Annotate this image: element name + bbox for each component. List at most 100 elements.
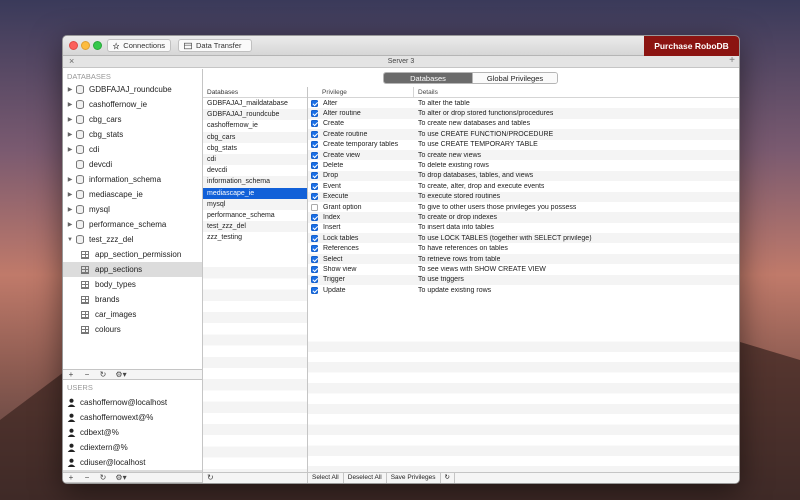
table-item[interactable]: car_images xyxy=(63,307,202,322)
table-item[interactable]: app_sections xyxy=(63,262,202,277)
database-item[interactable]: ▼ test_zzz_del xyxy=(63,232,202,247)
privilege-checkbox[interactable] xyxy=(311,182,318,190)
database-item[interactable]: ▶ mediascape_ie xyxy=(63,187,202,202)
refresh-users-icon[interactable]: ↻ xyxy=(95,473,111,482)
database-list-item[interactable]: devcdi xyxy=(203,165,307,176)
tab-add-icon[interactable]: + xyxy=(729,55,735,66)
table-item[interactable]: body_types xyxy=(63,277,202,292)
chevron-right-icon[interactable]: ▶ xyxy=(65,86,75,93)
database-list-item[interactable]: cbg_stats xyxy=(203,143,307,154)
database-list-item[interactable]: mysql xyxy=(203,198,307,210)
privilege-name: Grant option xyxy=(323,203,362,211)
database-item[interactable]: ▶ performance_schema xyxy=(63,217,202,232)
privilege-checkbox[interactable] xyxy=(311,286,318,294)
database-icon xyxy=(76,205,84,214)
table-item[interactable]: app_section_permission xyxy=(63,247,202,262)
connections-button[interactable]: Connections xyxy=(107,39,171,52)
chevron-right-icon[interactable]: ▶ xyxy=(65,116,75,123)
database-list-item[interactable]: cdi xyxy=(203,153,307,166)
save-privileges-button[interactable]: Save Privileges xyxy=(387,473,441,483)
database-item[interactable]: ▶ cdi xyxy=(63,142,202,157)
add-database-icon[interactable]: + xyxy=(63,370,79,379)
database-item[interactable]: ▶ information_schema xyxy=(63,172,202,187)
user-item[interactable]: cdiuser@localhost xyxy=(63,455,202,470)
privilege-checkbox[interactable] xyxy=(311,193,318,201)
deselect-all-button[interactable]: Deselect All xyxy=(344,473,387,483)
privilege-checkbox[interactable] xyxy=(311,120,318,128)
chevron-right-icon[interactable]: ▶ xyxy=(65,131,75,138)
database-item[interactable]: ▶ GDBFAJAJ_roundcube xyxy=(63,82,202,97)
privilege-name: Index xyxy=(323,213,341,221)
privilege-name: Create routine xyxy=(323,130,368,138)
user-item[interactable]: cashoffernowext@% xyxy=(63,410,202,425)
privilege-tabs: Databases Privileges Global Privileges xyxy=(383,72,558,84)
privilege-checkbox[interactable] xyxy=(311,203,318,211)
table-item[interactable]: colours xyxy=(63,322,202,337)
database-name: GDBFAJAJ_roundcube xyxy=(89,85,172,94)
user-item[interactable]: cdiextern@% xyxy=(63,440,202,455)
chevron-right-icon[interactable]: ▶ xyxy=(65,221,75,228)
user-icon xyxy=(67,458,76,467)
database-list-item[interactable]: zzz_testing xyxy=(203,232,307,243)
database-item[interactable]: ▶ cbg_cars xyxy=(63,112,202,127)
database-item[interactable]: ▶ cashoffernow_ie xyxy=(63,97,202,112)
table-item[interactable]: brands xyxy=(63,292,202,307)
users-gear-icon[interactable]: ⚙▾ xyxy=(111,473,131,482)
databases-refresh-icon[interactable]: ↻ xyxy=(203,472,307,483)
chevron-right-icon[interactable]: ▶ xyxy=(65,191,75,198)
privilege-checkbox[interactable] xyxy=(311,276,318,284)
refresh-icon[interactable]: ↻ xyxy=(95,370,111,379)
window-minimize-button[interactable] xyxy=(81,41,90,50)
database-list-item[interactable]: cbg_cars xyxy=(203,131,307,143)
privilege-checkbox[interactable] xyxy=(311,162,318,170)
chevron-down-icon[interactable]: ▼ xyxy=(65,237,75,243)
user-item[interactable]: cdbext@% xyxy=(63,425,202,440)
window-zoom-button[interactable] xyxy=(93,41,102,50)
chevron-right-icon[interactable]: ▶ xyxy=(65,206,75,213)
privilege-column-header: Privilege xyxy=(308,87,414,97)
database-list-item[interactable]: information_schema xyxy=(203,176,307,188)
tab-title[interactable]: Server 3 xyxy=(388,58,414,65)
database-item[interactable]: ▶ cbg_stats xyxy=(63,127,202,142)
privilege-checkbox[interactable] xyxy=(311,172,318,180)
privilege-checkbox[interactable] xyxy=(311,234,318,242)
privilege-checkbox[interactable] xyxy=(311,141,318,149)
privilege-checkbox[interactable] xyxy=(311,255,318,263)
privilege-checkbox[interactable] xyxy=(311,213,318,221)
privilege-checkbox[interactable] xyxy=(311,99,318,107)
privilege-checkbox[interactable] xyxy=(311,151,318,159)
privilege-detail: To create or drop indexes xyxy=(418,213,497,221)
user-item[interactable]: cashoffernow@localhost xyxy=(63,395,202,410)
remove-database-icon[interactable]: − xyxy=(79,370,95,379)
database-item[interactable]: ▶ mysql xyxy=(63,202,202,217)
purchase-button[interactable]: Purchase RoboDB xyxy=(644,36,739,56)
databases-column-header: Databases xyxy=(203,87,307,98)
database-list-item[interactable]: mediascape_ie xyxy=(203,187,307,199)
refresh-privileges-icon[interactable]: ↻ xyxy=(441,473,455,483)
privilege-checkbox[interactable] xyxy=(311,265,318,273)
add-user-icon[interactable]: + xyxy=(63,473,79,482)
gear-icon[interactable]: ⚙▾ xyxy=(111,370,131,379)
privilege-detail: To create, alter, drop and execute event… xyxy=(418,182,545,190)
data-transfer-button[interactable]: Data Transfer xyxy=(178,39,252,52)
chevron-right-icon[interactable]: ▶ xyxy=(65,101,75,108)
tab-close-icon[interactable]: × xyxy=(69,56,74,67)
tab-database-privileges[interactable]: Databases Privileges xyxy=(384,73,472,83)
database-list-item[interactable]: performance_schema xyxy=(203,210,307,221)
tab-global-privileges[interactable]: Global Privileges xyxy=(472,73,557,83)
window-close-button[interactable] xyxy=(69,41,78,50)
privilege-checkbox[interactable] xyxy=(311,245,318,253)
privilege-checkbox[interactable] xyxy=(311,130,318,138)
remove-user-icon[interactable]: − xyxy=(79,473,95,482)
privilege-detail: To use LOCK TABLES (together with SELECT… xyxy=(418,234,592,242)
database-list-item[interactable]: cashoffernow_ie xyxy=(203,120,307,131)
privilege-checkbox[interactable] xyxy=(311,110,318,118)
privilege-checkbox[interactable] xyxy=(311,224,318,232)
chevron-right-icon[interactable]: ▶ xyxy=(65,146,75,153)
select-all-button[interactable]: Select All xyxy=(308,473,344,483)
database-list-item[interactable]: GDBFAJAJ_roundcube xyxy=(203,109,307,121)
chevron-right-icon[interactable]: ▶ xyxy=(65,176,75,183)
database-list-item[interactable]: GDBFAJAJ_maildatabase xyxy=(203,98,307,109)
database-list-item[interactable]: test_zzz_del xyxy=(203,221,307,233)
database-item[interactable]: devcdi xyxy=(63,157,202,172)
